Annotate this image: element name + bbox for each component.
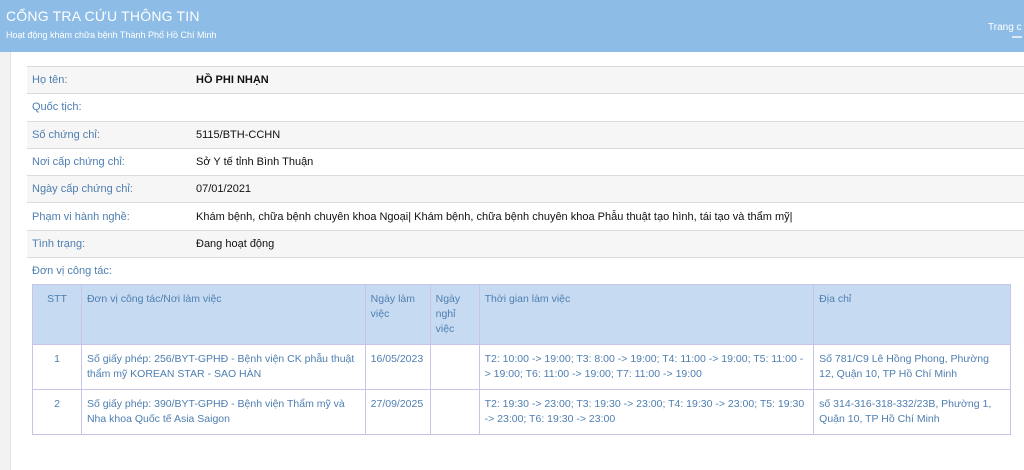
issue-date-value: 07/01/2021: [196, 183, 252, 196]
row-stt: 2: [32, 389, 82, 435]
column-header-hours: Thời gian làm việc: [478, 284, 815, 345]
column-header-end: Ngày nghỉ việc: [429, 284, 480, 345]
table-row: 1 Số giấy phép: 256/BYT-GPHĐ - Bệnh viện…: [32, 344, 1011, 390]
info-row-scope: Phạm vi hành nghề: Khám bệnh, chữa bệnh …: [27, 202, 1024, 231]
info-row-issuer: Nơi cấp chứng chỉ: Sở Y tế tỉnh Bình Thu…: [27, 148, 1024, 176]
home-link[interactable]: Trang c: [988, 22, 1024, 33]
practitioner-info-table: Họ tên: HỒ PHI NHẠN Quốc tịch: Số chứng …: [27, 66, 1024, 258]
status-value: Đang hoạt động: [196, 237, 275, 250]
row-address: Số 781/C9 Lê Hồng Phong, Phường 12, Quận…: [813, 344, 1011, 390]
info-label: Nơi cấp chứng chỉ:: [32, 156, 125, 169]
row-end-date: [429, 389, 480, 435]
workplace-header-row: STT Đơn vị công tác/Nơi làm việc Ngày là…: [32, 284, 1011, 345]
workplace-table: STT Đơn vị công tác/Nơi làm việc Ngày là…: [32, 284, 1011, 435]
scope-value: Khám bệnh, chữa bệnh chuyên khoa Ngoại| …: [196, 210, 793, 223]
certificate-number: 5115/BTH-CCHN: [196, 128, 281, 141]
info-row-nationality: Quốc tịch:: [27, 93, 1024, 122]
info-label: Tình trạng:: [32, 237, 86, 250]
issuer-value: Sở Y tế tỉnh Bình Thuận: [196, 156, 314, 169]
detail-panel: Họ tên: HỒ PHI NHẠN Quốc tịch: Số chứng …: [10, 52, 1024, 470]
info-label: Số chứng chỉ:: [32, 128, 100, 141]
info-row-status: Tình trạng: Đang hoạt động: [27, 230, 1024, 258]
info-label: Ngày cấp chứng chỉ:: [32, 183, 133, 196]
row-hours: T2: 10:00 -> 19:00; T3: 8:00 -> 19:00; T…: [478, 344, 815, 390]
row-unit: Số giấy phép: 390/BYT-GPHĐ - Bệnh viện T…: [80, 389, 366, 435]
column-header-start: Ngày làm việc: [364, 284, 431, 345]
info-row-name: Họ tên: HỒ PHI NHẠN: [27, 66, 1024, 94]
column-header-address: Địa chỉ: [813, 284, 1011, 345]
table-row: 2 Số giấy phép: 390/BYT-GPHĐ - Bệnh viện…: [32, 389, 1011, 435]
row-start-date: 16/05/2023: [364, 344, 431, 390]
row-end-date: [429, 344, 480, 390]
row-start-date: 27/09/2025: [364, 389, 431, 435]
site-subtitle: Hoạt động khám chữa bệnh Thành Phố Hồ Ch…: [6, 30, 217, 40]
menu-icon[interactable]: [1012, 36, 1022, 38]
row-stt: 1: [32, 344, 82, 390]
workplace-label: Đơn vị công tác:: [32, 265, 112, 277]
column-header-stt: STT: [32, 284, 82, 345]
site-title[interactable]: CỔNG TRA CỨU THÔNG TIN: [6, 8, 200, 24]
info-label: Họ tên:: [32, 74, 68, 87]
info-row-certificate: Số chứng chỉ: 5115/BTH-CCHN: [27, 121, 1024, 149]
info-row-issue-date: Ngày cấp chứng chỉ: 07/01/2021: [27, 175, 1024, 203]
row-address: số 314-316-318-332/23B, Phường 1, Quận 1…: [813, 389, 1011, 435]
site-header: CỔNG TRA CỨU THÔNG TIN Hoạt động khám ch…: [0, 0, 1024, 52]
practitioner-name: HỒ PHI NHẠN: [196, 74, 269, 87]
column-header-unit: Đơn vị công tác/Nơi làm việc: [80, 284, 366, 345]
row-unit: Số giấy phép: 256/BYT-GPHĐ - Bệnh viện C…: [80, 344, 366, 390]
info-label: Quốc tịch:: [32, 101, 82, 114]
info-label: Phạm vi hành nghề:: [32, 210, 130, 223]
nationality-value: [196, 94, 1024, 121]
row-hours: T2: 19:30 -> 23:00; T3: 19:30 -> 23:00; …: [478, 389, 815, 435]
